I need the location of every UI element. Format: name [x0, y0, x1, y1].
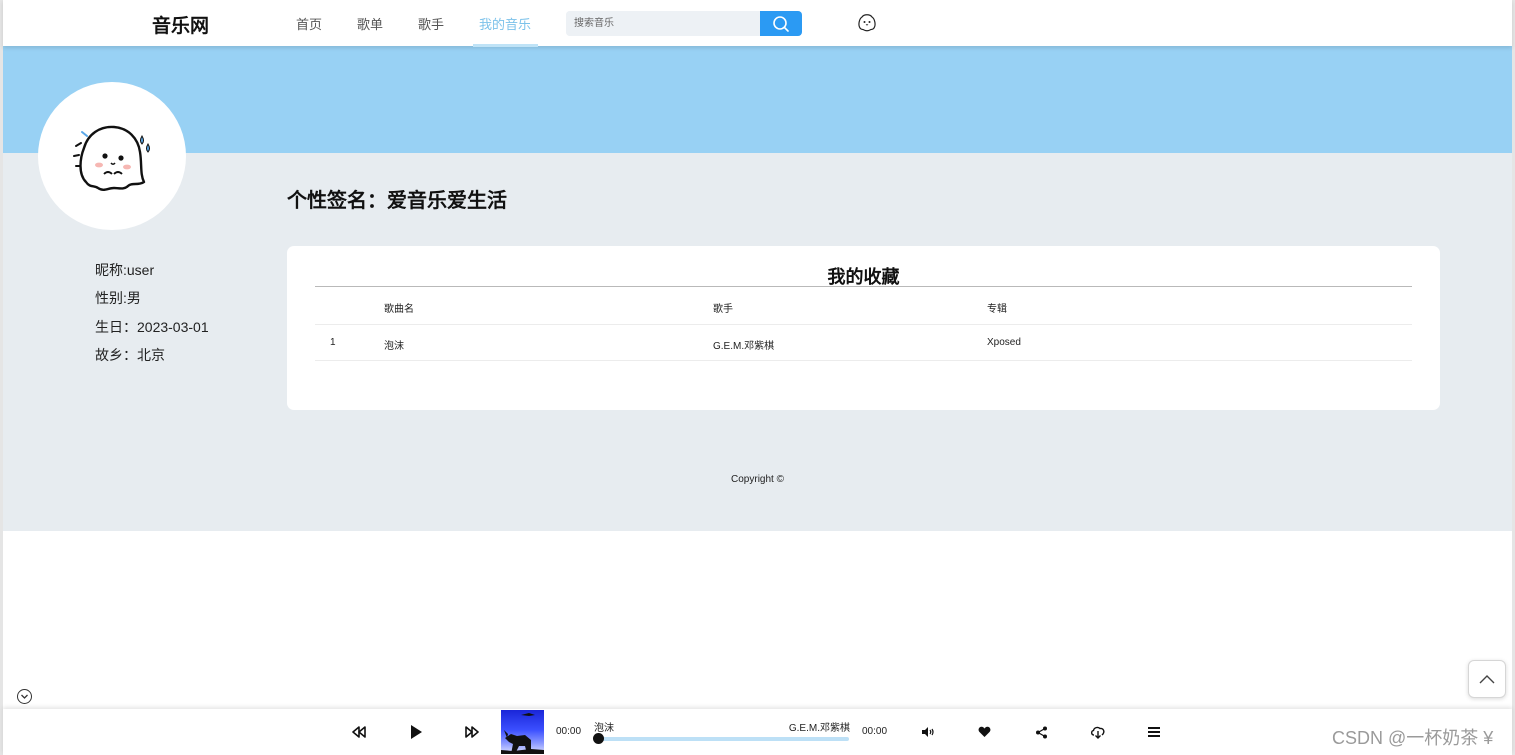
menu-icon [1148, 727, 1160, 737]
nav-singers[interactable]: 歌手 [418, 14, 444, 33]
hometown-text: 故乡：北京 [95, 347, 165, 363]
favorites-title-divider [315, 286, 1412, 287]
column-header-album: 专辑 [987, 304, 1007, 315]
progress-bar[interactable] [599, 737, 849, 741]
share-button[interactable] [1030, 721, 1052, 743]
favorites-card: 我的收藏 歌曲名 歌手 专辑 1 泡沫 G.E.M.邓紫棋 Xposed [287, 246, 1440, 410]
download-button[interactable] [1087, 721, 1109, 743]
volume-icon [922, 727, 934, 737]
nav-home[interactable]: 首页 [296, 14, 322, 33]
signature-text: 个性签名：爱音乐爱生活 [287, 190, 507, 212]
now-playing-singer: G.E.M.邓紫棋 [788, 723, 850, 734]
favorite-button[interactable] [973, 721, 995, 743]
header-row-divider [315, 324, 1412, 325]
copyright-text: Copyright © [731, 474, 784, 485]
search-button[interactable] [760, 11, 802, 36]
next-button[interactable] [461, 721, 483, 743]
row-singer[interactable]: G.E.M.邓紫棋 [713, 337, 774, 352]
collapse-player-button[interactable] [17, 689, 32, 704]
birthday-text: 生日：2023-03-01 [95, 319, 209, 335]
play-icon [411, 725, 422, 739]
chevron-up-icon [1479, 675, 1495, 684]
now-playing-song: 泡沫 [594, 723, 614, 734]
column-header-song: 歌曲名 [384, 304, 414, 315]
playlist-button[interactable] [1143, 721, 1165, 743]
search-input[interactable] [566, 11, 758, 36]
nav-my-music[interactable]: 我的音乐 [479, 14, 531, 33]
music-player-bar: 00:00 泡沫 G.E.M.邓紫棋 00:00 [3, 709, 1512, 755]
site-logo[interactable]: 音乐网 [152, 11, 209, 38]
ghost-avatar-icon [73, 125, 150, 191]
album-cover-image [501, 713, 544, 754]
top-header: 音乐网 首页 歌单 歌手 我的音乐 [3, 0, 1512, 47]
nav-active-indicator [473, 44, 538, 47]
total-time: 00:00 [862, 726, 888, 737]
play-button[interactable] [405, 721, 427, 743]
profile-banner [3, 46, 1512, 153]
chevron-down-icon [21, 694, 28, 699]
column-header-singer: 歌手 [713, 304, 733, 315]
previous-icon [352, 726, 366, 738]
previous-button[interactable] [348, 721, 370, 743]
album-cover[interactable] [501, 710, 544, 754]
search-icon [773, 15, 789, 32]
row-song[interactable]: 泡沫 [384, 337, 404, 352]
volume-button[interactable] [917, 721, 939, 743]
share-icon [1035, 726, 1047, 738]
progress-handle[interactable] [593, 733, 604, 744]
current-time: 00:00 [556, 726, 582, 737]
back-to-top-button[interactable] [1468, 660, 1506, 698]
gender-text: 性别:男 [95, 290, 141, 306]
row-album[interactable]: Xposed [987, 337, 1021, 348]
heart-icon [978, 726, 990, 737]
search-bar [566, 11, 802, 36]
profile-avatar [38, 82, 186, 230]
nickname-text: 昵称:user [95, 262, 155, 278]
row-divider [315, 360, 1412, 361]
user-avatar-icon[interactable] [855, 11, 879, 35]
nav-playlists[interactable]: 歌单 [357, 14, 383, 33]
cloud-download-icon [1090, 726, 1105, 739]
csdn-watermark: CSDN @一杯奶茶 ¥ [1332, 728, 1494, 748]
next-icon [465, 726, 479, 738]
row-index: 1 [330, 337, 336, 348]
